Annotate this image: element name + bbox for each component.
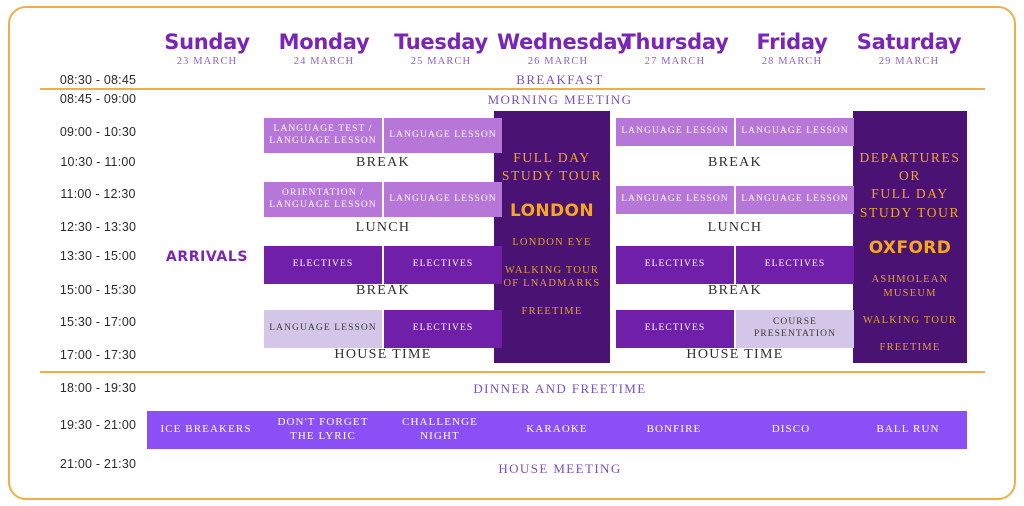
cell-tuesday-1330[interactable]: ELECTIVES: [384, 246, 502, 284]
cell-house-time-left: HOUSE TIME: [334, 347, 432, 362]
time-label-2100: 21:00 - 21:30: [59, 457, 137, 471]
cell-monday-1330[interactable]: ELECTIVES: [264, 246, 382, 284]
day-date: 26 MARCH: [527, 56, 589, 67]
tour-title: DEPARTURES OR FULL DAY STUDY TOUR: [859, 150, 961, 220]
cell-tuesday-1530[interactable]: ELECTIVES: [384, 310, 502, 348]
cell-thursday-0900[interactable]: LANGUAGE LESSON: [616, 118, 734, 146]
day-name: Friday: [756, 30, 828, 54]
day-date: 28 MARCH: [761, 56, 823, 67]
day-header-friday: Friday 28 MARCH: [731, 30, 853, 67]
cell-wednesday-study-tour[interactable]: FULL DAY STUDY TOUR LONDON LONDON EYE WALK…: [494, 111, 610, 363]
band-dinner: DINNER AND FREETIME: [473, 381, 647, 396]
day-name: Tuesday: [394, 30, 488, 54]
day-name: Thursday: [621, 30, 729, 54]
band-breakfast: BREAKFAST: [516, 72, 604, 87]
day-date: 29 MARCH: [878, 56, 940, 67]
cell-monday-1530[interactable]: LANGUAGE LESSON: [264, 310, 382, 348]
time-label-1700: 17:00 - 17:30: [59, 348, 137, 362]
cell-break-morning-right: BREAK: [708, 155, 762, 170]
cell-evening-sunday[interactable]: ICE BREAKERS: [147, 411, 265, 449]
cell-friday-1330[interactable]: ELECTIVES: [736, 246, 854, 284]
tour-items: LONDON EYE WALKING TOUR OF LNADMARKS FREETI…: [503, 237, 601, 317]
day-date: 25 MARCH: [410, 56, 472, 67]
cell-break-morning-left: BREAK: [356, 155, 410, 170]
cell-saturday-study-tour[interactable]: DEPARTURES OR FULL DAY STUDY TOUR OXFORD AS…: [853, 111, 967, 363]
day-header-row: Sunday 23 MARCH Monday 24 MARCH Tuesday …: [10, 30, 1018, 76]
day-name: Wednesday: [497, 30, 630, 54]
time-label-0830: 08:30 - 08:45: [59, 73, 137, 87]
time-label-0845: 08:45 - 09:00: [59, 92, 137, 106]
cell-evening-tuesday[interactable]: CHALLENGE NIGHT: [381, 411, 499, 449]
cell-evening-thursday[interactable]: BONFIRE: [615, 411, 733, 449]
time-label-1930: 19:30 - 21:00: [59, 418, 137, 432]
cell-friday-1530[interactable]: COURSE PRESENTATION: [736, 310, 854, 348]
cell-evening-saturday[interactable]: BALL RUN: [849, 411, 967, 449]
cell-monday-0900[interactable]: LANGUAGE TEST / LANGUAGE LESSON: [264, 118, 382, 153]
day-header-thursday: Thursday 27 MARCH: [614, 30, 736, 67]
day-header-sunday: Sunday 23 MARCH: [146, 30, 268, 67]
band-house-meeting: HOUSE MEETING: [498, 461, 622, 476]
cell-break-afternoon-left: BREAK: [356, 283, 410, 298]
time-label-1230: 12:30 - 13:30: [59, 220, 137, 234]
tour-city: LONDON: [509, 201, 595, 222]
time-label-1500: 15:00 - 15:30: [59, 283, 137, 297]
day-header-tuesday: Tuesday 25 MARCH: [380, 30, 502, 67]
cell-evening-wednesday[interactable]: KARAOKE: [498, 411, 616, 449]
cell-friday-1100[interactable]: LANGUAGE LESSON: [736, 186, 854, 214]
day-header-monday: Monday 24 MARCH: [263, 30, 385, 67]
cell-lunch-right: LUNCH: [707, 220, 763, 235]
time-label-1530: 15:30 - 17:00: [59, 315, 137, 329]
cell-thursday-1100[interactable]: LANGUAGE LESSON: [616, 186, 734, 214]
divider-rule-bottom: [40, 371, 985, 373]
tour-city: OXFORD: [868, 237, 952, 258]
cell-thursday-1330[interactable]: ELECTIVES: [616, 246, 734, 284]
cell-friday-0900[interactable]: LANGUAGE LESSON: [736, 118, 854, 146]
tour-items: ASHMOLEAN MUSEUM WALKING TOUR FREETIME: [862, 273, 958, 354]
day-name: Monday: [278, 30, 370, 54]
day-header-saturday: Saturday 29 MARCH: [848, 30, 970, 67]
tour-title: FULL DAY STUDY TOUR: [501, 150, 603, 184]
day-date: 27 MARCH: [644, 56, 706, 67]
time-label-1330: 13:30 - 15:00: [59, 249, 137, 263]
timetable-frame: Sunday 23 MARCH Monday 24 MARCH Tuesday …: [8, 6, 1016, 500]
cell-thursday-1530[interactable]: ELECTIVES: [616, 310, 734, 348]
day-name: Saturday: [856, 30, 962, 54]
time-label-1030: 10:30 - 11:00: [60, 155, 136, 169]
time-label-0900: 09:00 - 10:30: [59, 125, 137, 139]
cell-tuesday-0900[interactable]: LANGUAGE LESSON: [384, 118, 502, 153]
day-name: Sunday: [164, 30, 250, 54]
cell-lunch-left: LUNCH: [355, 220, 411, 235]
day-date: 24 MARCH: [293, 56, 355, 67]
cell-evening-friday[interactable]: DISCO: [732, 411, 850, 449]
band-morning-meeting: MORNING MEETING: [487, 92, 633, 107]
cell-monday-1100[interactable]: ORIENTATION / LANGUAGE LESSON: [264, 182, 382, 217]
day-date: 23 MARCH: [176, 56, 238, 67]
time-label-1800: 18:00 - 19:30: [59, 381, 137, 395]
day-header-wednesday: Wednesday 26 MARCH: [497, 30, 630, 67]
cell-tuesday-1100[interactable]: LANGUAGE LESSON: [384, 182, 502, 217]
cell-arrivals: ARRIVALS: [165, 249, 249, 265]
cell-house-time-right: HOUSE TIME: [686, 347, 784, 362]
time-label-1100: 11:00 - 12:30: [60, 187, 136, 201]
cell-break-afternoon-right: BREAK: [708, 283, 762, 298]
divider-rule-top: [40, 88, 985, 90]
cell-evening-monday[interactable]: DON'T FORGET THE LYRIC: [264, 411, 382, 449]
